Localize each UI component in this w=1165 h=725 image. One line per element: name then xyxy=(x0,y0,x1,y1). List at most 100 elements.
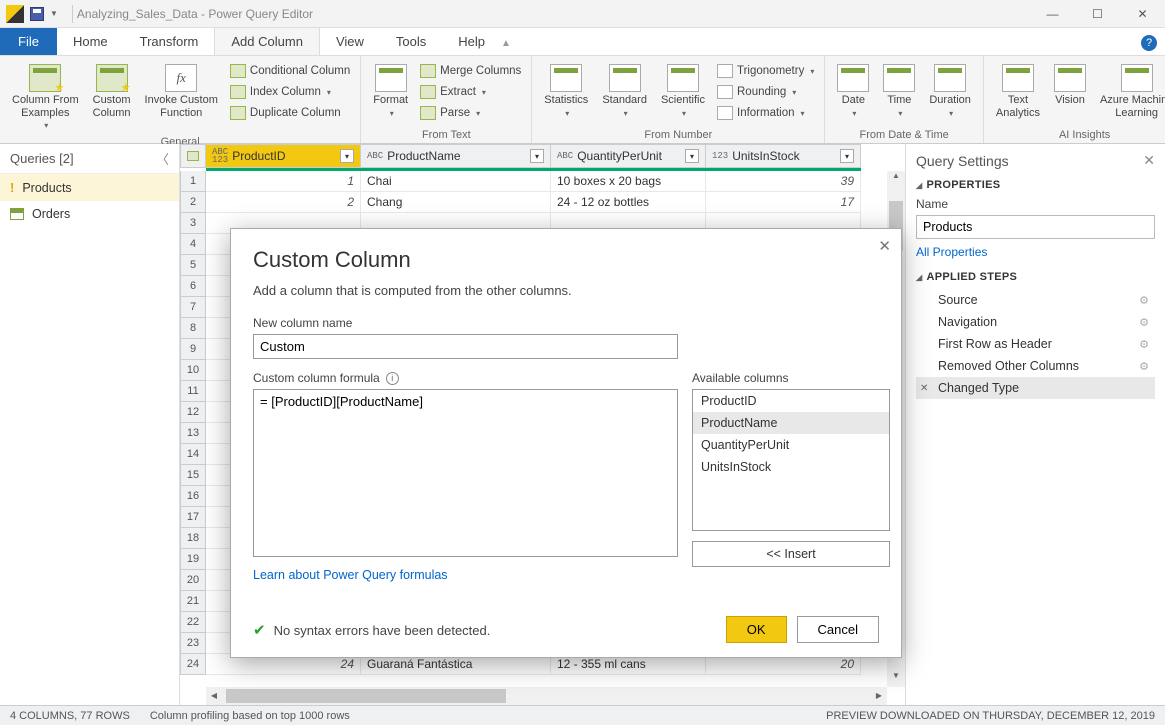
query-name-input[interactable] xyxy=(916,215,1155,239)
rounding-button[interactable]: Rounding▾ xyxy=(715,83,816,101)
syntax-status: No syntax errors have been detected. xyxy=(274,623,491,638)
gear-icon[interactable]: ⚙ xyxy=(1139,294,1149,307)
queries-title: Queries [2] xyxy=(10,151,74,166)
settings-title: Query Settings xyxy=(916,153,1009,169)
applied-step[interactable]: Removed Other Columns⚙ xyxy=(916,355,1155,377)
column-filter-icon[interactable]: ▾ xyxy=(340,149,354,163)
available-column-option[interactable]: QuantityPerUnit xyxy=(693,434,889,456)
information-button[interactable]: Information▾ xyxy=(715,104,816,122)
maximize-button[interactable]: ☐ xyxy=(1075,0,1120,28)
tab-tools[interactable]: Tools xyxy=(380,28,442,55)
collapse-queries-icon[interactable]: 〈 xyxy=(156,149,169,168)
table-row[interactable]: 11Chai10 boxes x 20 bags39 xyxy=(180,171,905,192)
column-filter-icon[interactable]: ▾ xyxy=(530,149,544,163)
table-icon xyxy=(10,208,24,220)
query-item[interactable]: Orders xyxy=(0,201,179,227)
azure-ml-button[interactable]: Azure Machine Learning xyxy=(1096,60,1165,123)
extract-button[interactable]: Extract▾ xyxy=(418,83,523,101)
column-filter-icon[interactable]: ▾ xyxy=(685,149,699,163)
invoke-custom-function-button[interactable]: Invoke Custom Function xyxy=(141,60,222,123)
tab-add-column[interactable]: Add Column xyxy=(214,27,320,55)
horizontal-scrollbar[interactable]: ◀▶ xyxy=(206,687,887,705)
status-preview-date: PREVIEW DOWNLOADED ON THURSDAY, DECEMBER… xyxy=(826,710,1155,722)
text-analytics-button[interactable]: Text Analytics xyxy=(992,60,1044,123)
column-from-examples-button[interactable]: Column From Examples▾ xyxy=(8,60,83,134)
tab-view[interactable]: View xyxy=(320,28,380,55)
available-columns-label: Available columns xyxy=(692,371,890,385)
window-title: Analyzing_Sales_Data - Power Query Edito… xyxy=(77,7,313,21)
formula-label: Custom column formula xyxy=(253,371,380,385)
column-header[interactable]: 123UnitsInStock▾ xyxy=(706,144,861,168)
cancel-button[interactable]: Cancel xyxy=(797,616,879,643)
close-button[interactable]: ✕ xyxy=(1120,0,1165,28)
applied-step[interactable]: Navigation⚙ xyxy=(916,311,1155,333)
ribbon-group-from-datetime: From Date & Time xyxy=(833,127,975,141)
new-column-name-input[interactable] xyxy=(253,334,678,359)
ribbon: Column From Examples▾ Custom Column Invo… xyxy=(0,56,1165,144)
warning-icon: ! xyxy=(10,180,14,195)
name-label: Name xyxy=(916,197,1155,211)
available-column-option[interactable]: ProductID xyxy=(693,390,889,412)
qat-dropdown-icon[interactable]: ▼ xyxy=(50,9,58,18)
standard-button[interactable]: Standard▾ xyxy=(598,60,651,122)
close-settings-icon[interactable]: ✕ xyxy=(1143,152,1155,169)
dialog-title: Custom Column xyxy=(253,247,879,273)
gear-icon[interactable]: ⚙ xyxy=(1139,316,1149,329)
info-icon[interactable]: i xyxy=(386,372,399,385)
select-all-corner[interactable] xyxy=(180,144,206,168)
tab-file[interactable]: File xyxy=(0,28,57,55)
title-bar: ▼ Analyzing_Sales_Data - Power Query Edi… xyxy=(0,0,1165,28)
table-row[interactable]: 22Chang24 - 12 oz bottles17 xyxy=(180,192,905,213)
parse-button[interactable]: Parse▾ xyxy=(418,104,523,122)
applied-step[interactable]: Source⚙ xyxy=(916,289,1155,311)
queries-pane: Queries [2] 〈 !ProductsOrders xyxy=(0,144,180,705)
save-icon[interactable] xyxy=(30,7,44,21)
tab-help[interactable]: Help xyxy=(442,28,501,55)
ribbon-group-ai: AI Insights xyxy=(992,127,1165,141)
tab-home[interactable]: Home xyxy=(57,28,124,55)
scientific-button[interactable]: Scientific▾ xyxy=(657,60,709,122)
all-properties-link[interactable]: All Properties xyxy=(916,245,1155,259)
gear-icon[interactable]: ⚙ xyxy=(1139,338,1149,351)
ribbon-group-from-text: From Text xyxy=(369,127,523,141)
checkmark-icon: ✔ xyxy=(253,621,266,639)
available-columns-list[interactable]: ProductIDProductNameQuantityPerUnitUnits… xyxy=(692,389,890,531)
merge-columns-button[interactable]: Merge Columns xyxy=(418,62,523,80)
column-header[interactable]: ABCProductName▾ xyxy=(361,144,551,168)
date-button[interactable]: Date▾ xyxy=(833,60,873,122)
available-column-option[interactable]: UnitsInStock xyxy=(693,456,889,478)
minimize-button[interactable]: — xyxy=(1030,0,1075,28)
statistics-button[interactable]: Statistics▾ xyxy=(540,60,592,122)
learn-link[interactable]: Learn about Power Query formulas xyxy=(253,568,448,582)
trigonometry-button[interactable]: Trigonometry▾ xyxy=(715,62,816,80)
insert-button[interactable]: << Insert xyxy=(692,541,890,567)
applied-step[interactable]: First Row as Header⚙ xyxy=(916,333,1155,355)
format-button[interactable]: Format▾ xyxy=(369,60,412,122)
duplicate-column-button[interactable]: Duplicate Column xyxy=(228,104,352,122)
ribbon-tabs: File Home Transform Add Column View Tool… xyxy=(0,28,1165,56)
column-header[interactable]: ABCQuantityPerUnit▾ xyxy=(551,144,706,168)
app-logo-icon xyxy=(6,5,24,23)
ok-button[interactable]: OK xyxy=(726,616,787,643)
ribbon-group-from-number: From Number xyxy=(540,127,816,141)
conditional-column-button[interactable]: Conditional Column xyxy=(228,62,352,80)
duration-button[interactable]: Duration▾ xyxy=(925,60,975,122)
status-columns-rows: 4 COLUMNS, 77 ROWS xyxy=(10,710,130,722)
collapse-ribbon-icon[interactable]: ▲ xyxy=(501,38,511,49)
index-column-button[interactable]: Index Column▾ xyxy=(228,83,352,101)
properties-section[interactable]: PROPERTIES xyxy=(916,179,1155,191)
applied-steps-section[interactable]: APPLIED STEPS xyxy=(916,271,1155,283)
time-button[interactable]: Time▾ xyxy=(879,60,919,122)
available-column-option[interactable]: ProductName xyxy=(693,412,889,434)
gear-icon[interactable]: ⚙ xyxy=(1139,360,1149,373)
column-filter-icon[interactable]: ▾ xyxy=(840,149,854,163)
help-icon[interactable]: ? xyxy=(1141,35,1157,51)
dialog-close-icon[interactable]: ✕ xyxy=(878,237,891,255)
vision-button[interactable]: Vision xyxy=(1050,60,1090,111)
applied-step[interactable]: Changed Type xyxy=(916,377,1155,399)
column-header[interactable]: ABC123ProductID▾ xyxy=(206,144,361,168)
custom-column-button[interactable]: Custom Column xyxy=(89,60,135,123)
tab-transform[interactable]: Transform xyxy=(124,28,215,55)
query-item[interactable]: !Products xyxy=(0,174,179,201)
formula-input[interactable]: = [ProductID][ProductName] xyxy=(253,389,678,557)
